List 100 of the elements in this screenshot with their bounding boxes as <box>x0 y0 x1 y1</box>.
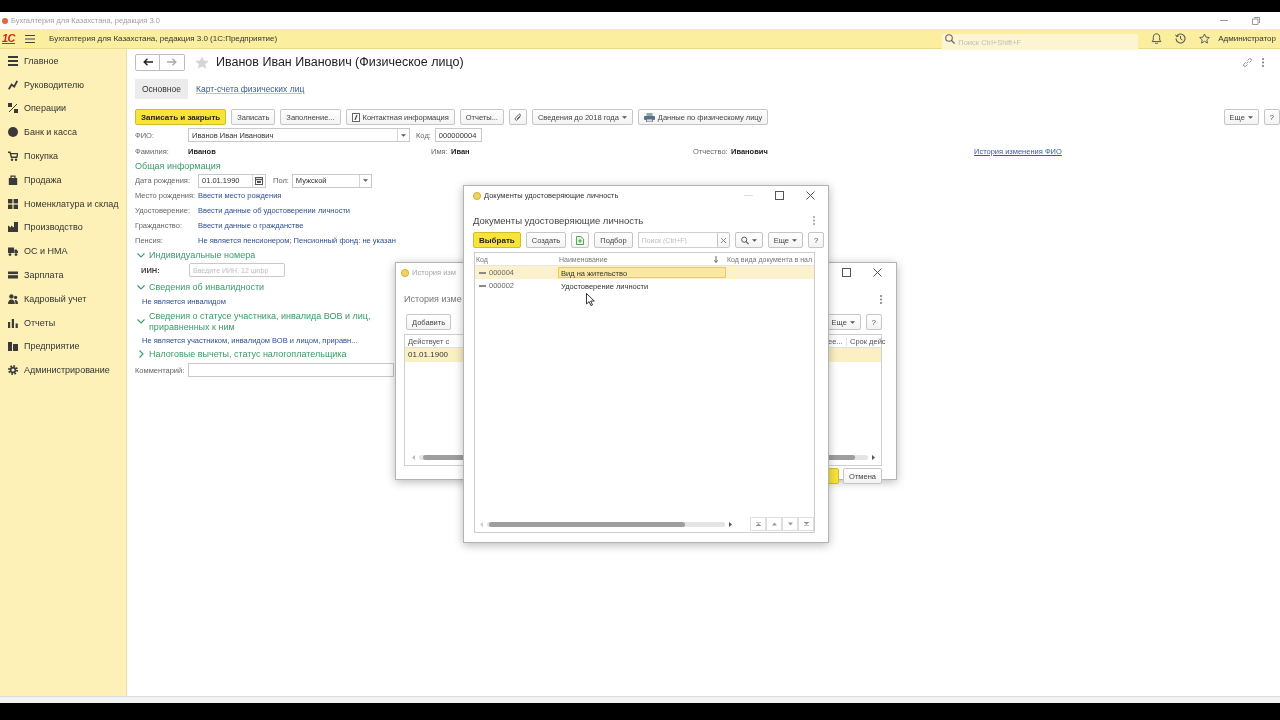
caret-icon <box>1247 115 1253 119</box>
sidebar-item[interactable]: Продажа <box>0 168 126 192</box>
ledger-icon <box>8 103 18 114</box>
sidebar-item[interactable]: Кадровый учет <box>0 286 126 311</box>
note-icon <box>351 112 360 122</box>
sidebar-item[interactable]: Главное <box>0 49 126 73</box>
dialog-icon <box>473 191 481 200</box>
caret-icon <box>751 238 757 242</box>
star-icon[interactable] <box>1199 33 1211 44</box>
chevron-down-icon <box>137 284 145 290</box>
left-arrow-icon[interactable] <box>412 455 415 460</box>
dropdown-button[interactable] <box>397 129 409 141</box>
down-arrow-icon <box>787 522 793 526</box>
dialog-heading: История изме <box>404 294 462 304</box>
truck-icon <box>8 246 18 257</box>
paperclip-icon <box>513 112 522 122</box>
logo: 1С <box>2 33 16 44</box>
right-arrow-icon[interactable] <box>729 521 732 527</box>
factory-icon <box>8 222 18 233</box>
sidebar-item[interactable]: Банк и касса <box>0 120 126 145</box>
bell-icon[interactable] <box>1151 33 1163 44</box>
caret-icon <box>849 320 855 324</box>
dropdown-button[interactable] <box>358 174 371 187</box>
sidebar-item[interactable]: Руководителю <box>0 72 126 97</box>
list-icon <box>8 55 18 66</box>
sidebar-item[interactable]: Производство <box>0 215 126 240</box>
history-icon[interactable] <box>1175 33 1187 44</box>
sidebar-item[interactable]: Зарплата <box>0 263 126 287</box>
sidebar-item[interactable]: Администрирование <box>0 358 126 383</box>
maximize-button[interactable] <box>775 191 784 200</box>
caret-icon <box>362 179 368 182</box>
select-button[interactable]: Выбрать <box>473 232 521 248</box>
group-header[interactable]: Сведения о статусе участника, инвалида ВОВ и лиц, приравненных к ним <box>135 310 371 333</box>
mouse-pointer-icon <box>586 293 595 306</box>
sidebar-item[interactable]: Покупка <box>0 144 126 168</box>
attach-button[interactable] <box>508 109 527 125</box>
document-icon <box>576 235 585 245</box>
people-icon <box>8 293 18 304</box>
go-bottom-button[interactable] <box>798 517 814 531</box>
app-title: Бухгалтерия для Казахстана, редакция 3.0 (1С:Предприятие) <box>49 34 278 43</box>
calendar-icon <box>255 176 263 185</box>
sidebar-item[interactable]: Номенклатура и склад <box>0 191 126 216</box>
form-title: Иванов Иван Иванович (Физическое лицо) <box>216 55 464 69</box>
chevron-down-icon <box>137 252 145 258</box>
sort-arrow-icon[interactable] <box>714 255 718 263</box>
app-icon <box>2 17 8 24</box>
trend-line-icon <box>8 79 18 90</box>
sidebar-item[interactable]: Операции <box>0 96 126 121</box>
last-arrow-icon <box>803 522 809 526</box>
sidebar-item[interactable]: ОС и НМА <box>0 239 126 264</box>
close-icon <box>720 237 726 243</box>
dialog-icon <box>401 268 409 277</box>
grid-icon <box>8 198 18 209</box>
maximize-button[interactable] <box>842 268 851 277</box>
menu-icon[interactable] <box>25 34 36 43</box>
building-icon <box>8 341 18 352</box>
link-icon[interactable] <box>1242 56 1253 68</box>
star-icon[interactable] <box>195 55 209 69</box>
caret-icon <box>791 238 797 242</box>
coin-icon <box>8 127 18 138</box>
first-arrow-icon <box>755 522 761 526</box>
restore-button[interactable] <box>1252 16 1260 25</box>
group-header[interactable]: Сведения об инвалидности <box>135 280 265 294</box>
back-button[interactable] <box>135 53 160 71</box>
user-name[interactable]: Администратор <box>1218 34 1276 43</box>
card-icon <box>8 270 18 281</box>
item-icon <box>479 284 486 287</box>
settings-icon <box>8 365 18 376</box>
dialog-heading: Документы удостоверяющие личность <box>473 214 644 226</box>
right-arrow-icon[interactable] <box>872 455 875 460</box>
comment-field[interactable] <box>188 363 394 377</box>
search-button[interactable] <box>734 232 763 248</box>
scrollbar-thumb[interactable] <box>489 521 685 527</box>
bar-chart-icon <box>8 317 18 328</box>
caret-icon <box>621 115 627 119</box>
sidebar-item[interactable]: Предприятие <box>0 334 126 359</box>
up-arrow-icon <box>771 522 777 526</box>
group-header[interactable]: Индивидуальные номера <box>135 248 256 262</box>
cart-icon <box>8 151 18 162</box>
printer-icon <box>643 112 655 122</box>
section-title: Общая информация <box>135 160 222 172</box>
go-top-button[interactable] <box>750 517 766 531</box>
calendar-button[interactable] <box>252 174 265 187</box>
item-icon <box>479 271 486 274</box>
group-header[interactable]: Налоговые вычеты, статус налогоплательщика <box>135 347 347 361</box>
sidebar-item[interactable]: Отчеты <box>0 310 126 335</box>
close-button[interactable] <box>873 268 882 277</box>
search-icon <box>740 235 749 245</box>
caret-icon <box>401 133 406 137</box>
left-arrow-icon <box>142 58 153 66</box>
save-and-close-button[interactable]: Записать и закрыть <box>135 109 227 125</box>
scrollbar-track[interactable] <box>487 521 725 527</box>
close-button[interactable] <box>806 191 815 200</box>
search-icon <box>945 33 956 44</box>
chevron-right-icon <box>138 350 144 358</box>
tab[interactable]: Карт-счета физических лиц <box>188 79 312 99</box>
copy-button[interactable] <box>571 232 590 248</box>
right-arrow-icon <box>167 58 177 66</box>
chevron-down-icon <box>137 319 145 324</box>
tab[interactable]: Основное <box>135 79 188 99</box>
